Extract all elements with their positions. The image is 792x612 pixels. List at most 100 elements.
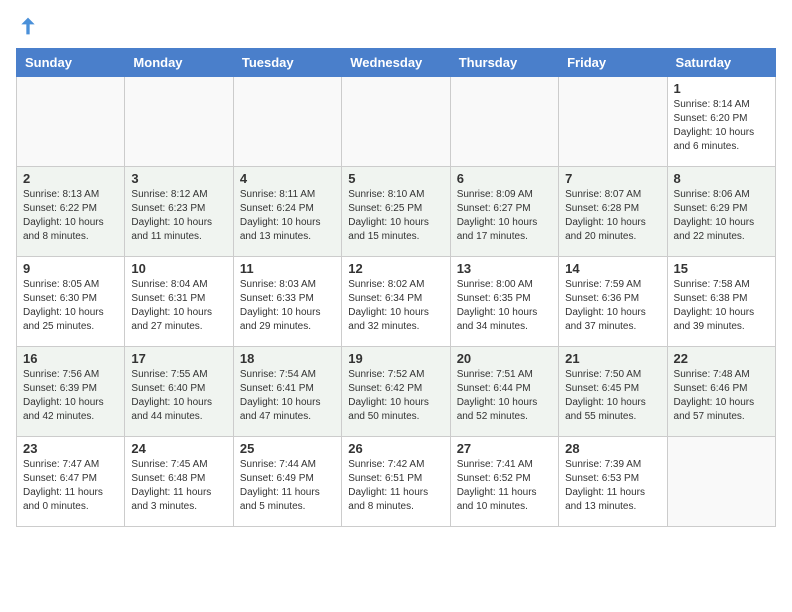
calendar-header-monday: Monday [125,49,233,77]
calendar-table: SundayMondayTuesdayWednesdayThursdayFrid… [16,48,776,527]
day-info: Sunrise: 7:56 AM Sunset: 6:39 PM Dayligh… [23,368,118,424]
calendar-cell [450,77,558,167]
day-number: 4 [240,171,335,186]
day-info: Sunrise: 7:51 AM Sunset: 6:44 PM Dayligh… [457,368,552,424]
day-number: 6 [457,171,552,186]
calendar-header-row: SundayMondayTuesdayWednesdayThursdayFrid… [17,49,776,77]
day-info: Sunrise: 8:05 AM Sunset: 6:30 PM Dayligh… [23,278,118,334]
day-info: Sunrise: 8:09 AM Sunset: 6:27 PM Dayligh… [457,188,552,244]
calendar-cell: 12 Sunrise: 8:02 AM Sunset: 6:34 PM Dayli… [342,257,450,347]
day-number: 25 [240,441,335,456]
day-info: Sunrise: 8:06 AM Sunset: 6:29 PM Dayligh… [674,188,769,244]
calendar-header-saturday: Saturday [667,49,775,77]
day-info: Sunrise: 7:47 AM Sunset: 6:47 PM Dayligh… [23,458,118,514]
day-number: 12 [348,261,443,276]
day-info: Sunrise: 7:45 AM Sunset: 6:48 PM Dayligh… [131,458,226,514]
day-number: 18 [240,351,335,366]
calendar-cell: 16Sunrise: 7:56 AM Sunset: 6:39 PM Dayli… [17,347,125,437]
day-info: Sunrise: 7:52 AM Sunset: 6:42 PM Dayligh… [348,368,443,424]
calendar-cell [17,77,125,167]
calendar-header-wednesday: Wednesday [342,49,450,77]
calendar-cell: 17 Sunrise: 7:55 AM Sunset: 6:40 PM Dayli… [125,347,233,437]
calendar-cell [667,437,775,527]
day-info: Sunrise: 8:02 AM Sunset: 6:34 PM Dayligh… [348,278,443,334]
calendar-cell: 21 Sunrise: 7:50 AM Sunset: 6:45 PM Dayli… [559,347,667,437]
calendar-week-2: 9 Sunrise: 8:05 AM Sunset: 6:30 PM Daylig… [17,257,776,347]
day-info: Sunrise: 8:00 AM Sunset: 6:35 PM Dayligh… [457,278,552,334]
calendar-header-thursday: Thursday [450,49,558,77]
day-number: 27 [457,441,552,456]
day-info: Sunrise: 8:10 AM Sunset: 6:25 PM Dayligh… [348,188,443,244]
day-info: Sunrise: 7:41 AM Sunset: 6:52 PM Dayligh… [457,458,552,514]
calendar-body: 1Sunrise: 8:14 AM Sunset: 6:20 PM Daylig… [17,77,776,527]
calendar-cell: 7 Sunrise: 8:07 AM Sunset: 6:28 PM Daylig… [559,167,667,257]
day-number: 11 [240,261,335,276]
calendar-cell: 15 Sunrise: 7:58 AM Sunset: 6:38 PM Dayli… [667,257,775,347]
day-number: 5 [348,171,443,186]
day-number: 23 [23,441,118,456]
day-info: Sunrise: 8:12 AM Sunset: 6:23 PM Dayligh… [131,188,226,244]
calendar-cell: 4 Sunrise: 8:11 AM Sunset: 6:24 PM Daylig… [233,167,341,257]
calendar-cell: 22 Sunrise: 7:48 AM Sunset: 6:46 PM Dayli… [667,347,775,437]
calendar-cell: 26 Sunrise: 7:42 AM Sunset: 6:51 PM Dayli… [342,437,450,527]
day-number: 13 [457,261,552,276]
calendar-cell: 10 Sunrise: 8:04 AM Sunset: 6:31 PM Dayli… [125,257,233,347]
calendar-week-0: 1Sunrise: 8:14 AM Sunset: 6:20 PM Daylig… [17,77,776,167]
day-number: 20 [457,351,552,366]
calendar-cell [559,77,667,167]
day-info: Sunrise: 7:39 AM Sunset: 6:53 PM Dayligh… [565,458,660,514]
day-info: Sunrise: 7:44 AM Sunset: 6:49 PM Dayligh… [240,458,335,514]
calendar-header-tuesday: Tuesday [233,49,341,77]
day-number: 19 [348,351,443,366]
logo-icon [18,16,38,36]
calendar-cell: 3 Sunrise: 8:12 AM Sunset: 6:23 PM Daylig… [125,167,233,257]
day-number: 15 [674,261,769,276]
calendar-header-friday: Friday [559,49,667,77]
calendar-cell: 9 Sunrise: 8:05 AM Sunset: 6:30 PM Daylig… [17,257,125,347]
calendar-cell: 18 Sunrise: 7:54 AM Sunset: 6:41 PM Dayli… [233,347,341,437]
calendar-cell [342,77,450,167]
day-number: 26 [348,441,443,456]
day-info: Sunrise: 7:55 AM Sunset: 6:40 PM Dayligh… [131,368,226,424]
day-info: Sunrise: 7:58 AM Sunset: 6:38 PM Dayligh… [674,278,769,334]
calendar-header-sunday: Sunday [17,49,125,77]
calendar-cell: 25 Sunrise: 7:44 AM Sunset: 6:49 PM Dayli… [233,437,341,527]
day-number: 3 [131,171,226,186]
day-number: 1 [674,81,769,96]
day-number: 14 [565,261,660,276]
day-number: 9 [23,261,118,276]
day-info: Sunrise: 7:42 AM Sunset: 6:51 PM Dayligh… [348,458,443,514]
calendar-cell: 11 Sunrise: 8:03 AM Sunset: 6:33 PM Dayli… [233,257,341,347]
calendar-cell: 14 Sunrise: 7:59 AM Sunset: 6:36 PM Dayli… [559,257,667,347]
calendar-cell: 23 Sunrise: 7:47 AM Sunset: 6:47 PM Dayli… [17,437,125,527]
day-info: Sunrise: 7:59 AM Sunset: 6:36 PM Dayligh… [565,278,660,334]
calendar-cell: 20 Sunrise: 7:51 AM Sunset: 6:44 PM Dayli… [450,347,558,437]
calendar-cell: 1Sunrise: 8:14 AM Sunset: 6:20 PM Daylig… [667,77,775,167]
day-number: 10 [131,261,226,276]
day-number: 2 [23,171,118,186]
day-info: Sunrise: 8:13 AM Sunset: 6:22 PM Dayligh… [23,188,118,244]
day-number: 22 [674,351,769,366]
day-info: Sunrise: 7:54 AM Sunset: 6:41 PM Dayligh… [240,368,335,424]
day-number: 24 [131,441,226,456]
day-info: Sunrise: 8:03 AM Sunset: 6:33 PM Dayligh… [240,278,335,334]
day-number: 28 [565,441,660,456]
page-header [16,16,776,36]
calendar-cell: 24 Sunrise: 7:45 AM Sunset: 6:48 PM Dayli… [125,437,233,527]
day-info: Sunrise: 8:04 AM Sunset: 6:31 PM Dayligh… [131,278,226,334]
day-number: 21 [565,351,660,366]
day-number: 7 [565,171,660,186]
calendar-cell: 27 Sunrise: 7:41 AM Sunset: 6:52 PM Dayli… [450,437,558,527]
day-info: Sunrise: 8:11 AM Sunset: 6:24 PM Dayligh… [240,188,335,244]
calendar-cell: 13 Sunrise: 8:00 AM Sunset: 6:35 PM Dayli… [450,257,558,347]
calendar-week-3: 16Sunrise: 7:56 AM Sunset: 6:39 PM Dayli… [17,347,776,437]
calendar-cell: 2 Sunrise: 8:13 AM Sunset: 6:22 PM Daylig… [17,167,125,257]
day-info: Sunrise: 7:48 AM Sunset: 6:46 PM Dayligh… [674,368,769,424]
calendar-week-4: 23 Sunrise: 7:47 AM Sunset: 6:47 PM Dayli… [17,437,776,527]
calendar-cell [233,77,341,167]
calendar-cell: 5 Sunrise: 8:10 AM Sunset: 6:25 PM Daylig… [342,167,450,257]
day-number: 17 [131,351,226,366]
calendar-cell [125,77,233,167]
day-info: Sunrise: 8:07 AM Sunset: 6:28 PM Dayligh… [565,188,660,244]
day-info: Sunrise: 7:50 AM Sunset: 6:45 PM Dayligh… [565,368,660,424]
